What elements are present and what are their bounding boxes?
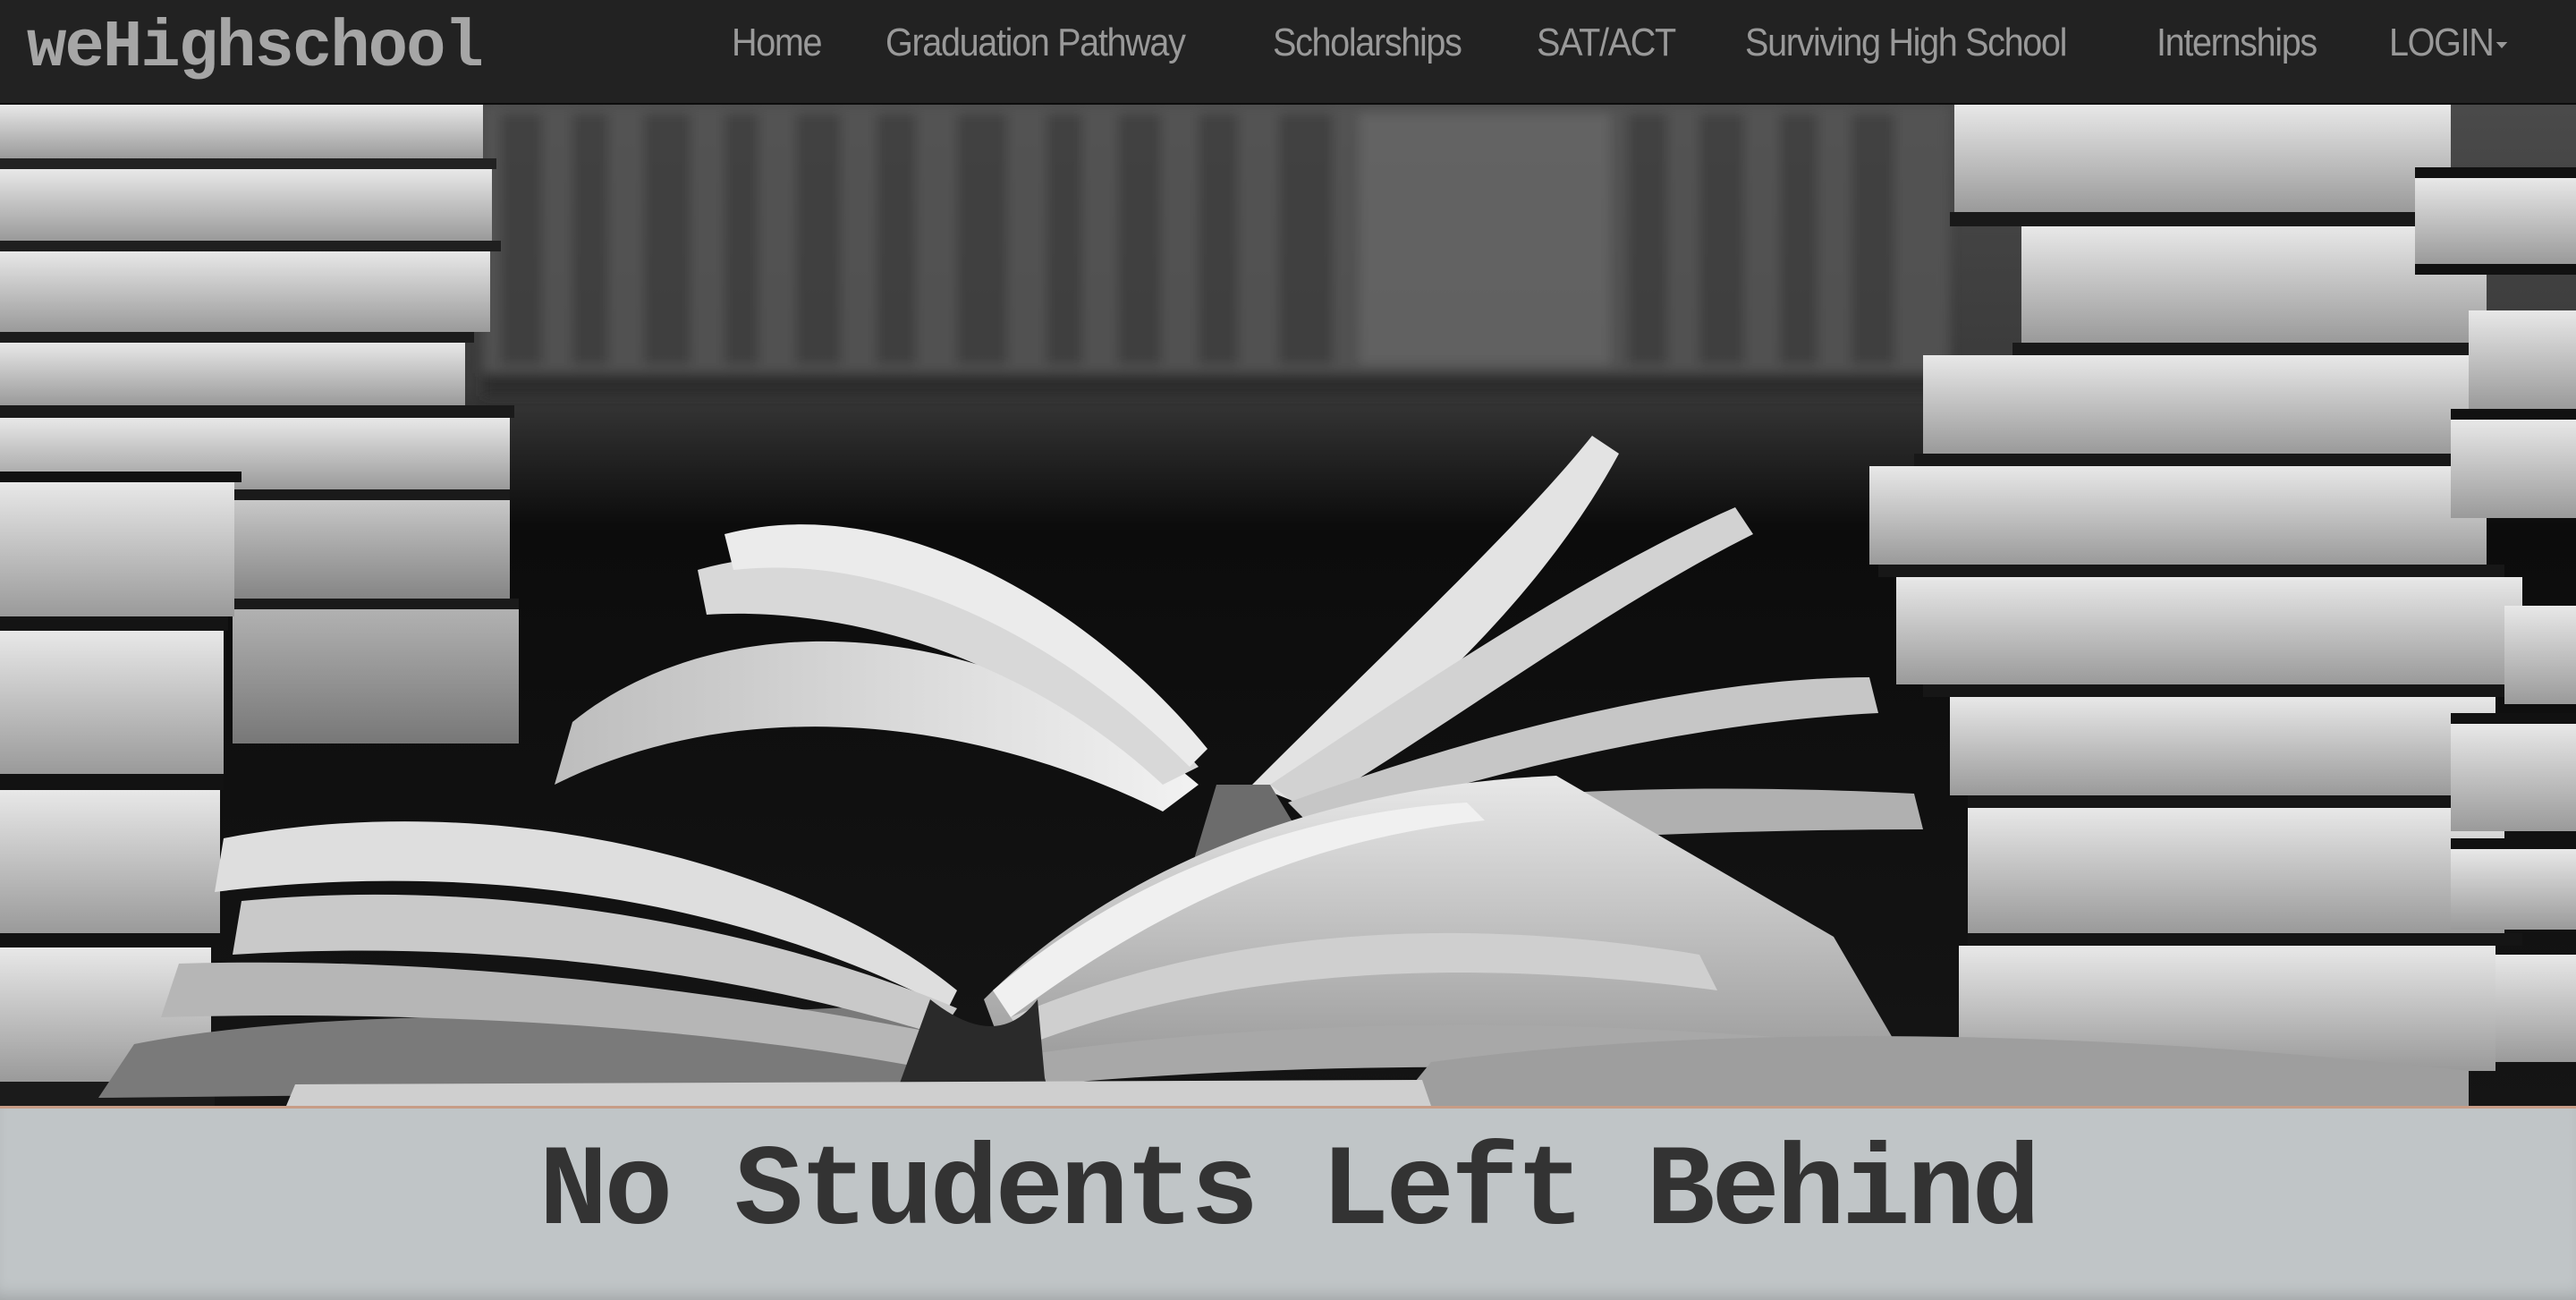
caret-down-icon: [2496, 41, 2508, 48]
nav-item: Scholarships: [1273, 21, 1482, 65]
top-navbar: weHighschool Home Graduation Pathway Sch…: [0, 0, 2576, 105]
main-nav: Home Graduation Pathway Scholarships SAT…: [732, 0, 2521, 86]
open-books-photo: [0, 105, 2576, 1106]
brand-logo-link[interactable]: weHighschool: [27, 13, 484, 84]
hero-image: [0, 105, 2576, 1106]
nav-link-scholarships[interactable]: Scholarships: [1273, 21, 1462, 65]
nav-item: LOGIN: [2389, 21, 2521, 65]
tagline-banner: No Students Left Behind: [0, 1106, 2576, 1300]
nav-link-home[interactable]: Home: [732, 21, 823, 65]
nav-item: Surviving High School: [1745, 21, 2102, 65]
login-dropdown-toggle[interactable]: LOGIN: [2389, 21, 2508, 65]
nav-link-surviving-high-school[interactable]: Surviving High School: [1745, 21, 2067, 65]
nav-item: SAT/ACT: [1537, 21, 1690, 65]
nav-item: Graduation Pathway: [886, 21, 1218, 65]
nav-link-graduation-pathway[interactable]: Graduation Pathway: [886, 21, 1186, 65]
login-label: LOGIN: [2388, 21, 2495, 64]
tagline-heading: No Students Left Behind: [538, 1128, 2041, 1258]
nav-link-internships[interactable]: Internships: [2157, 21, 2318, 65]
nav-item: Internships: [2157, 21, 2334, 65]
nav-item: Home: [732, 21, 831, 65]
nav-link-sat-act[interactable]: SAT/ACT: [1537, 21, 1676, 65]
